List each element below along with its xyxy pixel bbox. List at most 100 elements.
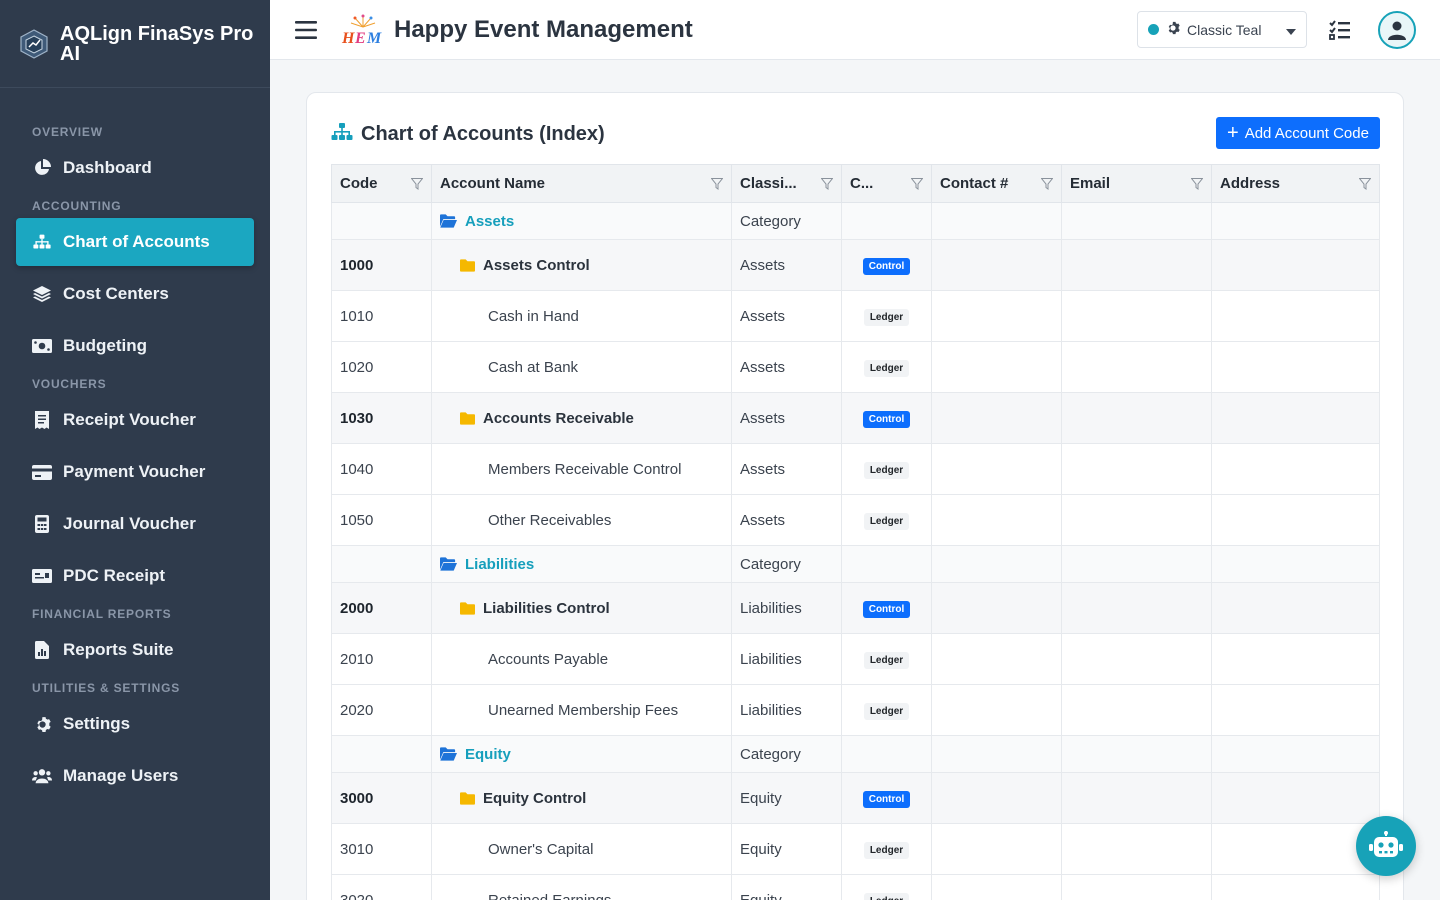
sidebar-item-label: Cost Centers <box>63 284 169 303</box>
nav-section-heading: FINANCIAL REPORTS <box>32 607 172 621</box>
email-cell <box>1061 633 1212 685</box>
sidebar-item-dashboard[interactable]: Dashboard <box>16 144 254 192</box>
table-row[interactable]: 2000 Liabilities Control Liabilities Contro… <box>331 582 1380 634</box>
classification-cell: Liabilities <box>731 684 842 736</box>
nav-section-heading: UTILITIES & SETTINGS <box>32 681 181 695</box>
folder-icon[interactable] <box>460 601 475 615</box>
classification-cell: Assets <box>731 341 842 393</box>
contact-cell <box>931 290 1062 342</box>
sidebar-item-journal-voucher[interactable]: Journal Voucher <box>16 500 254 548</box>
account-name[interactable]: Equity Control <box>483 790 586 807</box>
column-header[interactable]: Contact # <box>931 164 1062 203</box>
table-row[interactable]: 3010 Owner's Capital Equity Ledger <box>331 823 1380 875</box>
sidebar-item-receipt-voucher[interactable]: Receipt Voucher <box>16 396 254 444</box>
table-row[interactable]: 1000 Assets Control Assets Control <box>331 239 1380 291</box>
sidebar-item-label: Receipt Voucher <box>63 410 196 429</box>
svg-text:H: H <box>341 30 355 47</box>
classification-cell: Category <box>731 545 842 583</box>
folder-open-icon[interactable] <box>440 557 457 571</box>
account-type-cell: Control <box>841 392 932 444</box>
column-header[interactable]: Account Name <box>431 164 732 203</box>
filter-icon[interactable] <box>820 177 834 194</box>
table-row[interactable]: 1020 Cash at Bank Assets Ledger <box>331 341 1380 393</box>
account-name-wrap: Cash in Hand <box>440 308 723 325</box>
add-account-code-button[interactable]: + Add Account Code <box>1216 117 1380 149</box>
sidebar-item-reports-suite[interactable]: Reports Suite <box>16 626 254 674</box>
sidebar-item-manage-users[interactable]: Manage Users <box>16 752 254 800</box>
filter-icon[interactable] <box>1040 177 1054 194</box>
filter-icon[interactable] <box>1190 177 1204 194</box>
table-row[interactable]: Liabilities Category <box>331 545 1380 583</box>
folder-icon[interactable] <box>460 411 475 425</box>
table-row[interactable]: 2020 Unearned Membership Fees Liabilities L… <box>331 684 1380 736</box>
svg-text:E: E <box>354 30 366 47</box>
column-header[interactable]: C... <box>841 164 932 203</box>
account-name-wrap: Unearned Membership Fees <box>440 702 723 719</box>
address-cell <box>1211 290 1380 342</box>
account-name[interactable]: Assets Control <box>483 257 590 274</box>
account-type-cell <box>841 735 932 773</box>
sidebar-item-budgeting[interactable]: Budgeting <box>16 322 254 370</box>
table-row[interactable]: Equity Category <box>331 735 1380 773</box>
classification-cell: Equity <box>731 772 842 824</box>
column-header[interactable]: Address <box>1211 164 1380 203</box>
sidebar-item-label: Chart of Accounts <box>63 232 210 251</box>
gear-icon <box>1166 21 1180 38</box>
filter-icon[interactable] <box>910 177 924 194</box>
account-name-cell: Unearned Membership Fees <box>431 684 732 736</box>
account-name-wrap: Equity <box>440 746 723 763</box>
column-header[interactable]: Classi... <box>731 164 842 203</box>
task-list-icon[interactable] <box>1328 18 1352 42</box>
user-avatar-icon[interactable] <box>1378 11 1416 49</box>
sidebar-item-pdc-receipt[interactable]: PDC Receipt <box>16 552 254 600</box>
sidebar-item-settings[interactable]: Settings <box>16 700 254 748</box>
account-name: Owner's Capital <box>488 840 594 858</box>
account-name: Accounts Payable <box>488 650 609 668</box>
sidebar-item-chart-of-accounts[interactable]: Chart of Accounts <box>16 218 254 266</box>
table-row[interactable]: Assets Category <box>331 202 1380 240</box>
column-header[interactable]: Email <box>1061 164 1212 203</box>
folder-open-icon[interactable] <box>440 214 457 228</box>
email-cell <box>1061 823 1212 875</box>
column-header-label: Contact # <box>940 175 1009 192</box>
brand-title: AQLign FinaSys Pro AI <box>60 22 254 65</box>
filter-icon[interactable] <box>1358 177 1372 194</box>
filter-icon[interactable] <box>410 177 424 194</box>
account-name[interactable]: Liabilities Control <box>483 600 610 617</box>
sidebar-item-cost-centers[interactable]: Cost Centers <box>16 270 254 318</box>
account-name[interactable]: Assets <box>465 213 514 230</box>
chatbot-button[interactable] <box>1356 816 1416 876</box>
gear-icon <box>32 714 52 734</box>
account-name[interactable]: Equity <box>465 746 511 763</box>
sidebar-item-payment-voucher[interactable]: Payment Voucher <box>16 448 254 496</box>
email-cell <box>1061 239 1212 291</box>
table-row[interactable]: 2010 Accounts Payable Liabilities Ledger <box>331 633 1380 685</box>
theme-select[interactable]: Classic Teal <box>1137 11 1307 48</box>
table-row[interactable]: 3020 Retained Earnings Equity Ledger <box>331 874 1380 900</box>
table-row[interactable]: 1050 Other Receivables Assets Ledger <box>331 494 1380 546</box>
account-code-cell <box>331 735 432 773</box>
account-code-cell: 3020 <box>331 874 432 900</box>
account-type-cell: Ledger <box>841 290 932 342</box>
column-header[interactable]: Code <box>331 164 432 203</box>
account-code-cell: 3000 <box>331 772 432 824</box>
folder-icon[interactable] <box>460 791 475 805</box>
account-name: Cash in Hand <box>488 307 579 325</box>
account-name-cell: Liabilities Control <box>431 582 732 634</box>
money-icon <box>32 336 52 356</box>
menu-toggle-icon[interactable] <box>294 18 318 42</box>
account-type-badge: Ledger <box>863 308 910 326</box>
account-name-wrap: Owner's Capital <box>440 841 723 858</box>
table-row[interactable]: 1010 Cash in Hand Assets Ledger <box>331 290 1380 342</box>
account-name[interactable]: Accounts Receivable <box>483 410 634 427</box>
table-row[interactable]: 1040 Members Receivable Control Assets Ledg… <box>331 443 1380 495</box>
classification-cell: Liabilities <box>731 633 842 685</box>
folder-icon[interactable] <box>460 258 475 272</box>
account-name[interactable]: Liabilities <box>465 556 534 573</box>
account-name-wrap: Retained Earnings <box>440 892 723 900</box>
filter-icon[interactable] <box>710 177 724 194</box>
table-row[interactable]: 3000 Equity Control Equity Control <box>331 772 1380 824</box>
table-row[interactable]: 1030 Accounts Receivable Assets Control <box>331 392 1380 444</box>
folder-open-icon[interactable] <box>440 747 457 761</box>
brand[interactable]: AQLign FinaSys Pro AI <box>0 0 270 88</box>
